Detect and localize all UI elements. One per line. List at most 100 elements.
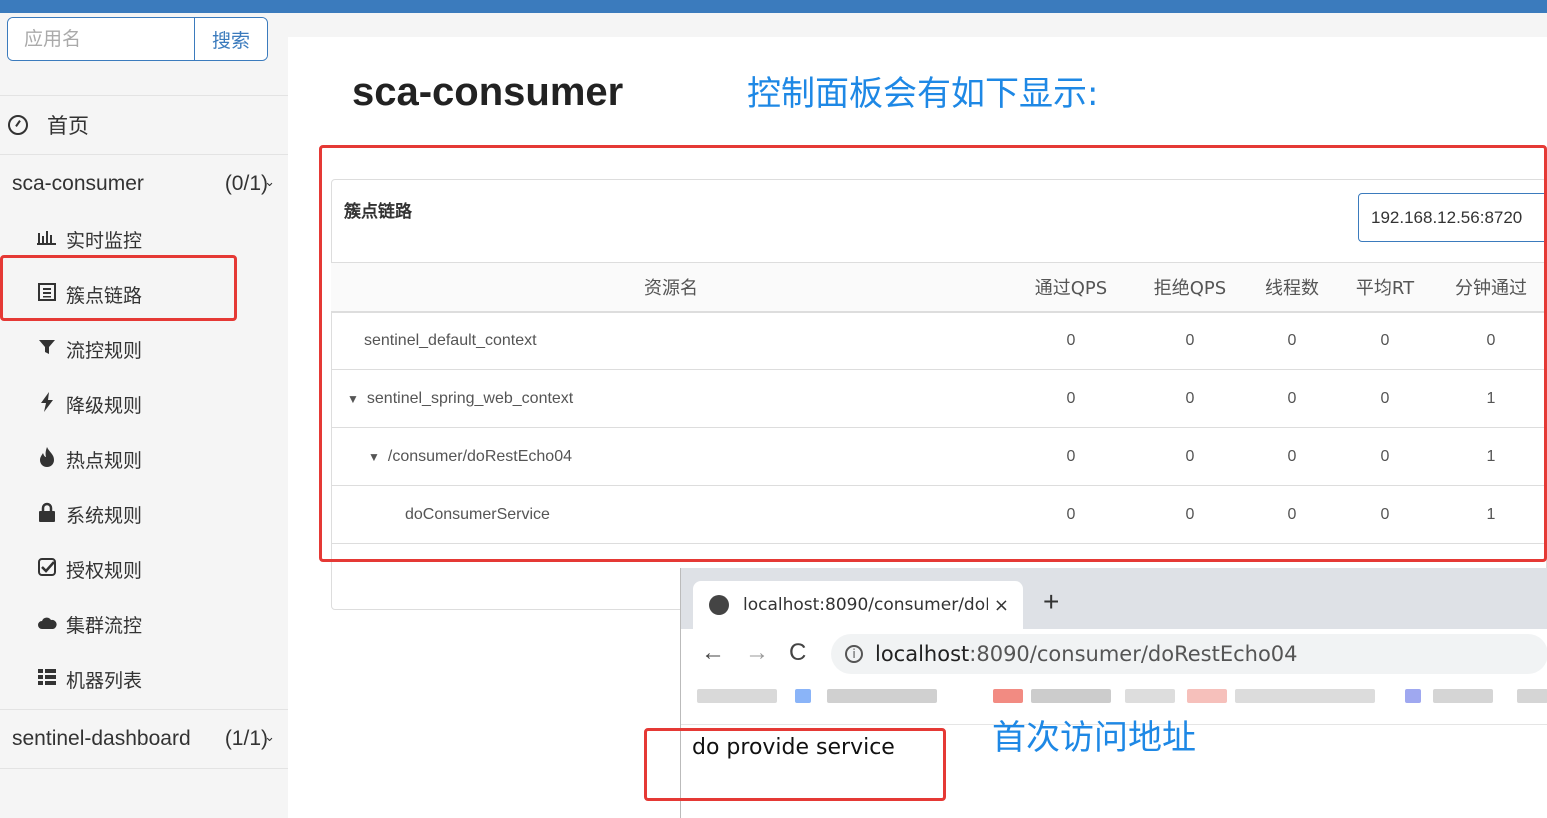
table-row: ▼/consumer/doRestEcho04 0 0 0 0 1 xyxy=(331,427,1547,486)
forward-arrow-icon[interactable]: → xyxy=(745,639,769,667)
check-square-icon xyxy=(36,558,58,581)
sidebar-item-label: 热点规则 xyxy=(66,450,143,472)
cell-value: 0 xyxy=(1249,311,1335,370)
dashboard-icon xyxy=(8,115,28,135)
cell-value: 0 xyxy=(1335,427,1435,486)
filter-icon xyxy=(36,338,58,361)
bookmark-item[interactable] xyxy=(1187,689,1227,703)
content-gutter xyxy=(288,13,1547,37)
sidebar-item-cluster-link[interactable]: 簇点链路 xyxy=(0,267,288,322)
bookmark-item[interactable] xyxy=(827,689,937,703)
bolt-icon xyxy=(36,392,58,417)
bookmark-item[interactable] xyxy=(1125,689,1175,703)
address-bar[interactable]: i localhost:8090/consumer/doRestEcho04 xyxy=(831,634,1547,674)
page-title: sca-consumer xyxy=(352,70,624,114)
tab-strip: localhost:8090/consumer/doR × + xyxy=(681,568,1547,629)
bookmark-item[interactable] xyxy=(1405,689,1421,703)
sidebar-item-label: 机器列表 xyxy=(66,670,143,692)
machine-select[interactable]: 192.168.12.56:8720 xyxy=(1358,193,1547,242)
cell-value: 0 xyxy=(1011,485,1131,544)
app-sentinel-dashboard[interactable]: sentinel-dashboard (1/1) ⌄ xyxy=(0,711,288,767)
sidebar-item-label: 流控规则 xyxy=(66,340,143,362)
sidebar-item-system-rules[interactable]: 系统规则 xyxy=(0,487,288,542)
app-count: (1/1) xyxy=(224,727,268,750)
bar-chart-icon xyxy=(36,229,58,250)
new-tab-button[interactable]: + xyxy=(1043,586,1059,618)
sidebar-item-hotspot-rules[interactable]: 热点规则 xyxy=(0,432,288,487)
col-avg-rt[interactable]: 平均RT xyxy=(1335,262,1435,313)
chevron-down-icon: ⌄ xyxy=(264,174,275,189)
info-icon[interactable]: i xyxy=(845,645,863,663)
bookmark-item[interactable] xyxy=(1235,689,1375,703)
browser-toolbar: ← → C i localhost:8090/consumer/doRestEc… xyxy=(681,629,1547,679)
sidebar-item-cluster-flow[interactable]: 集群流控 xyxy=(0,597,288,652)
top-bar xyxy=(0,0,1547,13)
cell-value: 0 xyxy=(1131,369,1249,428)
expand-toggle-icon[interactable]: ▼ xyxy=(368,450,380,464)
divider xyxy=(0,154,288,155)
th-list-icon xyxy=(36,669,58,690)
table-row: doConsumerService 0 0 0 0 1 xyxy=(331,485,1547,544)
panel-title: 簇点链路 xyxy=(344,202,412,222)
url-host: localhost xyxy=(875,642,970,666)
col-resource-name[interactable]: 资源名 xyxy=(331,262,1011,313)
app-search: 搜索 xyxy=(7,17,268,61)
nav-home[interactable]: 首页 xyxy=(0,96,288,154)
globe-icon xyxy=(709,595,729,615)
divider xyxy=(0,768,288,769)
table-row: sentinel_default_context 0 0 0 0 0 xyxy=(331,311,1547,370)
col-threads[interactable]: 线程数 xyxy=(1249,262,1335,313)
cell-value: 0 xyxy=(1335,311,1435,370)
tab-title: localhost:8090/consumer/doR xyxy=(743,595,988,615)
cell-value: 1 xyxy=(1435,369,1547,428)
bookmark-item[interactable] xyxy=(795,689,811,703)
cell-value: 0 xyxy=(1011,311,1131,370)
close-icon[interactable]: × xyxy=(994,595,1009,616)
app-sca-consumer[interactable]: sca-consumer (0/1) ⌄ xyxy=(0,156,288,212)
cell-value: 0 xyxy=(1131,485,1249,544)
col-pass-qps[interactable]: 通过QPS xyxy=(1011,262,1131,313)
sidebar-item-label: 授权规则 xyxy=(66,560,143,582)
url-path: :8090/consumer/doRestEcho04 xyxy=(969,642,1298,666)
sidebar-item-auth-rules[interactable]: 授权规则 xyxy=(0,542,288,597)
fire-icon xyxy=(36,447,58,472)
cell-value: 1 xyxy=(1435,427,1547,486)
back-arrow-icon[interactable]: ← xyxy=(701,639,725,667)
sidebar-item-realtime-monitor[interactable]: 实时监控 xyxy=(0,212,288,267)
browser-window: localhost:8090/consumer/doR × + ← → C i … xyxy=(680,568,1547,818)
cell-value: 1 xyxy=(1435,485,1547,544)
col-block-qps[interactable]: 拒绝QPS xyxy=(1131,262,1249,313)
sidebar-item-flow-rules[interactable]: 流控规则 xyxy=(0,322,288,377)
resource-name: sentinel_default_context xyxy=(331,311,1011,370)
bookmark-item[interactable] xyxy=(1517,689,1547,703)
app-name: sentinel-dashboard xyxy=(12,727,191,750)
search-input[interactable] xyxy=(8,18,194,60)
list-icon xyxy=(36,283,58,306)
resource-table: 资源名 通过QPS 拒绝QPS 线程数 平均RT 分钟通过 sentinel_d… xyxy=(331,262,1547,544)
cell-value: 0 xyxy=(1131,427,1249,486)
app-count: (0/1) xyxy=(224,172,268,195)
sidebar-item-machine-list[interactable]: 机器列表 xyxy=(0,652,288,707)
bookmark-item[interactable] xyxy=(1433,689,1493,703)
browser-tab[interactable]: localhost:8090/consumer/doR × xyxy=(693,581,1023,629)
cell-value: 0 xyxy=(1011,369,1131,428)
bookmark-item[interactable] xyxy=(993,689,1023,703)
cell-value: 0 xyxy=(1335,485,1435,544)
sidebar-item-label: 簇点链路 xyxy=(66,285,143,307)
bookmark-item[interactable] xyxy=(697,689,777,703)
cell-value: 0 xyxy=(1335,369,1435,428)
expand-toggle-icon[interactable]: ▼ xyxy=(347,392,359,406)
col-minute-pass[interactable]: 分钟通过 xyxy=(1435,262,1547,313)
bookmark-item[interactable] xyxy=(1031,689,1111,703)
sidebar-item-degrade-rules[interactable]: 降级规则 xyxy=(0,377,288,432)
annotation-bottom: 首次访问地址 xyxy=(992,718,1196,758)
reload-icon[interactable]: C xyxy=(789,639,806,667)
lock-icon xyxy=(36,502,58,527)
search-button[interactable]: 搜索 xyxy=(194,18,267,60)
page-body-text: do provide service xyxy=(692,735,895,760)
divider xyxy=(0,709,288,710)
resource-name: doConsumerService xyxy=(331,485,1011,544)
app-name: sca-consumer xyxy=(12,172,144,195)
cloud-icon xyxy=(36,614,58,635)
cell-value: 0 xyxy=(1131,311,1249,370)
